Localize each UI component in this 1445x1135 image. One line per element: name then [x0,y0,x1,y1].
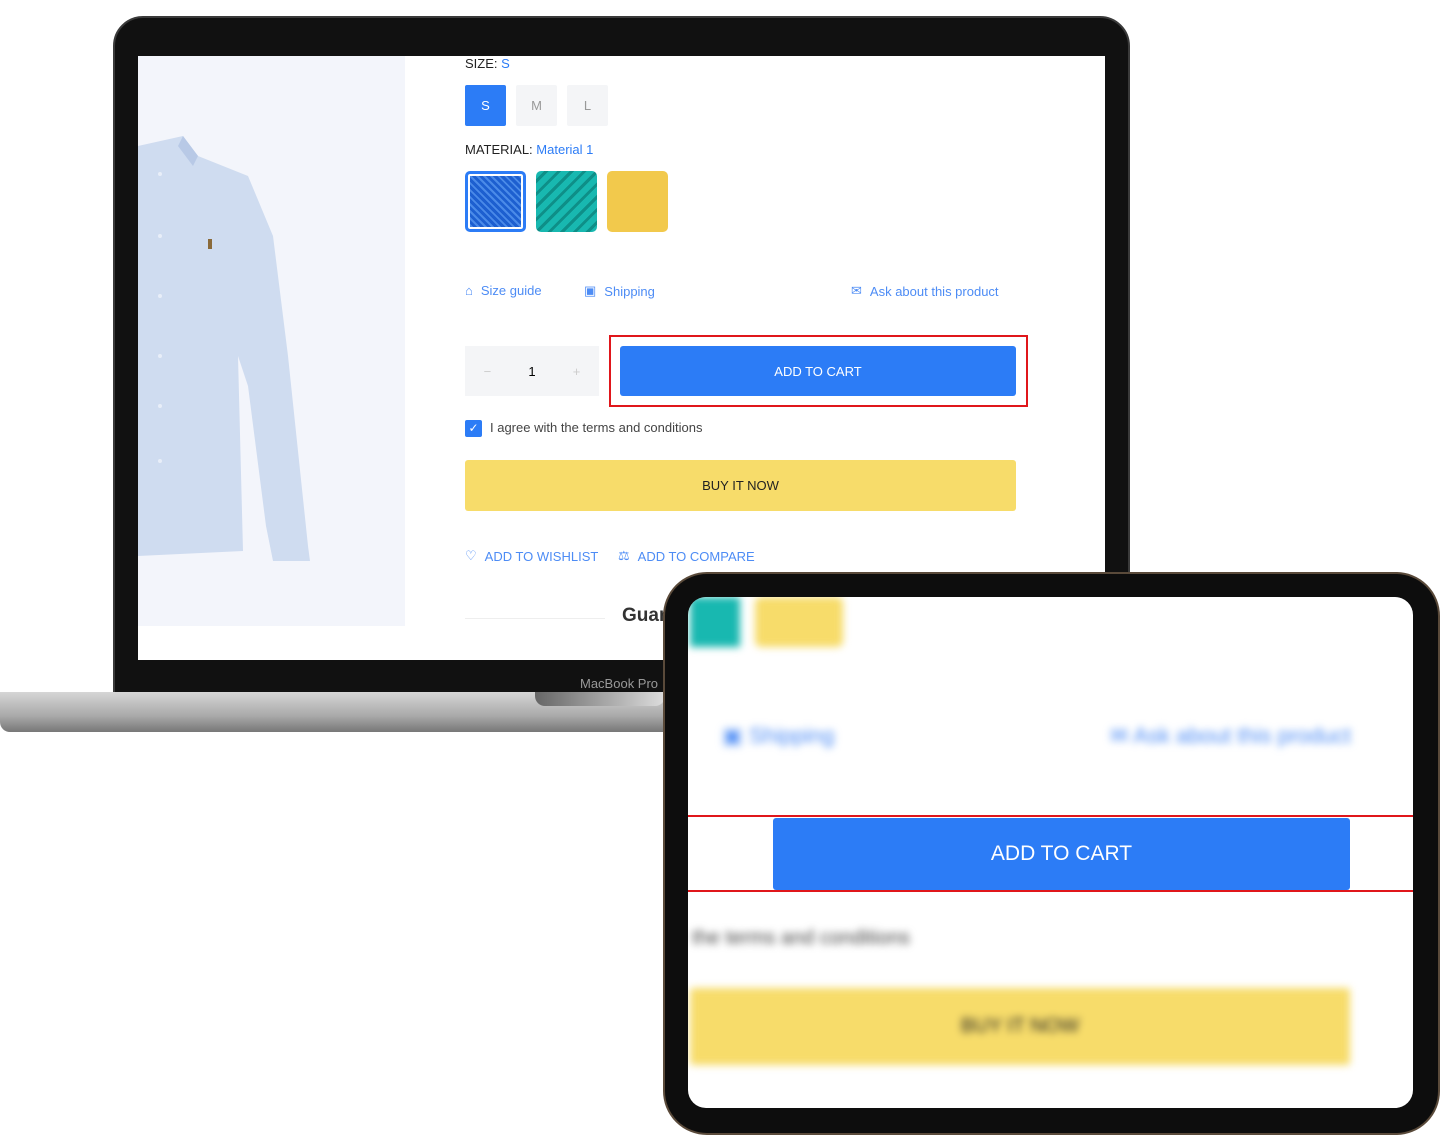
mail-icon: ✉ [851,283,862,298]
highlight-line-bottom [688,890,1413,892]
section-heading: Guar [622,605,667,626]
shipping-link[interactable]: ▣ Shipping [584,283,655,299]
material-swatch-2 [690,597,740,647]
ask-product-link[interactable]: ✉ Ask about this product [851,283,999,299]
size-option-s[interactable]: S [465,85,506,126]
terms-label: the terms and conditions [692,927,910,949]
add-to-cart-button[interactable]: ADD TO CART [773,818,1350,890]
terms-checkbox[interactable]: ✓ [465,420,482,437]
material-swatch-2[interactable] [536,171,597,232]
buy-now-button: BUY IT NOW [690,988,1350,1065]
terms-label: I agree with the terms and conditions [490,420,703,435]
box-icon: ▣ [584,283,597,298]
laptop-screen: SIZE: S S M L MATERIAL: Material 1 ⌂ Size… [138,56,1105,660]
size-guide-link[interactable]: ⌂ Size guide [465,283,542,298]
tablet-screen: ▣ Shipping ✉ Ask about this product ADD … [688,597,1413,1108]
laptop-notch [535,692,665,706]
material-label: MATERIAL: Material 1 [465,142,594,157]
ask-product-link: ✉ Ask about this product [1110,723,1352,748]
size-option-l[interactable]: L [567,85,608,126]
add-to-wishlist-link[interactable]: ♡ ADD TO WISHLIST [465,548,598,564]
quantity-stepper[interactable]: − 1 + [465,346,599,396]
scale-icon: ⚖ [618,548,630,563]
laptop-brand-label: MacBook Pro [580,676,659,691]
hanger-icon: ⌂ [465,283,473,298]
product-image [138,56,405,626]
size-label: SIZE: S [465,56,510,71]
qty-plus-button[interactable]: + [573,364,581,379]
add-to-cart-button[interactable]: ADD TO CART [620,346,1016,396]
shipping-link: ▣ Shipping [722,723,835,748]
highlight-line-top [688,815,1413,817]
heart-icon: ♡ [465,548,477,563]
material-swatch-1[interactable] [465,171,526,232]
material-swatch-3 [755,597,843,647]
divider [465,618,605,619]
size-option-m[interactable]: M [516,85,557,126]
material-swatch-3[interactable] [607,171,668,232]
qty-value[interactable]: 1 [528,364,535,379]
add-to-compare-link[interactable]: ⚖ ADD TO COMPARE [618,548,755,564]
buy-now-button[interactable]: BUY IT NOW [465,460,1016,511]
qty-minus-button[interactable]: − [484,364,492,379]
